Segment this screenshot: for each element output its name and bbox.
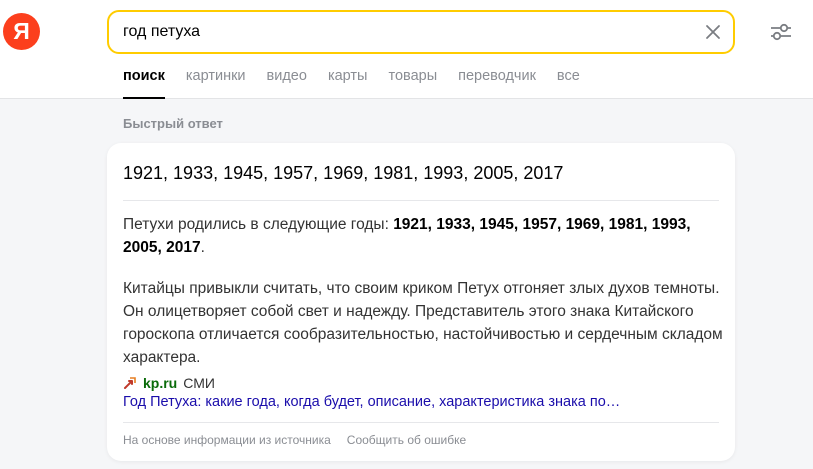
divider [123, 200, 719, 201]
header: Я поиск картинки видео карты товары пере… [0, 0, 813, 99]
tab-search[interactable]: поиск [123, 66, 165, 99]
source-info-text: На основе информации из источника [123, 433, 331, 447]
search-tabs: поиск картинки видео карты товары перево… [123, 66, 601, 99]
search-input[interactable] [123, 12, 683, 52]
answer-paragraph-2: Китайцы привыкли считать, что своим крик… [123, 280, 723, 366]
tab-images[interactable]: картинки [186, 66, 246, 98]
tab-video[interactable]: видео [267, 66, 307, 98]
yandex-logo[interactable]: Я [3, 13, 40, 50]
paragraph-1-suffix: . [200, 239, 205, 256]
quick-answer-label: Быстрый ответ [123, 116, 223, 131]
footer-divider [123, 422, 719, 423]
source-link[interactable]: Год Петуха: какие года, когда будет, опи… [123, 394, 620, 410]
card-footer: На основе информации из источника Сообщи… [123, 433, 482, 447]
source-type: СМИ [183, 375, 215, 391]
report-error-link[interactable]: Сообщить об ошибке [347, 433, 466, 447]
source-domain[interactable]: kp.ru [143, 375, 177, 391]
kp-favicon-icon [124, 377, 136, 389]
tab-products[interactable]: товары [388, 66, 437, 98]
answer-paragraph-1: Петухи родились в следующие годы: 1921, … [123, 213, 723, 259]
filter-settings-icon[interactable] [769, 21, 793, 43]
tab-translator[interactable]: переводчик [458, 66, 536, 98]
source-row[interactable]: kp.ru СМИ [123, 373, 215, 393]
paragraph-1-prefix: Петухи родились в следующие годы: [123, 216, 394, 233]
quick-answer-card: 1921, 1933, 1945, 1957, 1969, 1981, 1993… [107, 143, 735, 461]
tab-all[interactable]: все [557, 66, 580, 98]
search-box[interactable] [107, 10, 735, 54]
tab-maps[interactable]: карты [328, 66, 368, 98]
close-icon[interactable] [703, 22, 723, 42]
answer-title: 1921, 1933, 1945, 1957, 1969, 1981, 1993… [123, 163, 564, 183]
